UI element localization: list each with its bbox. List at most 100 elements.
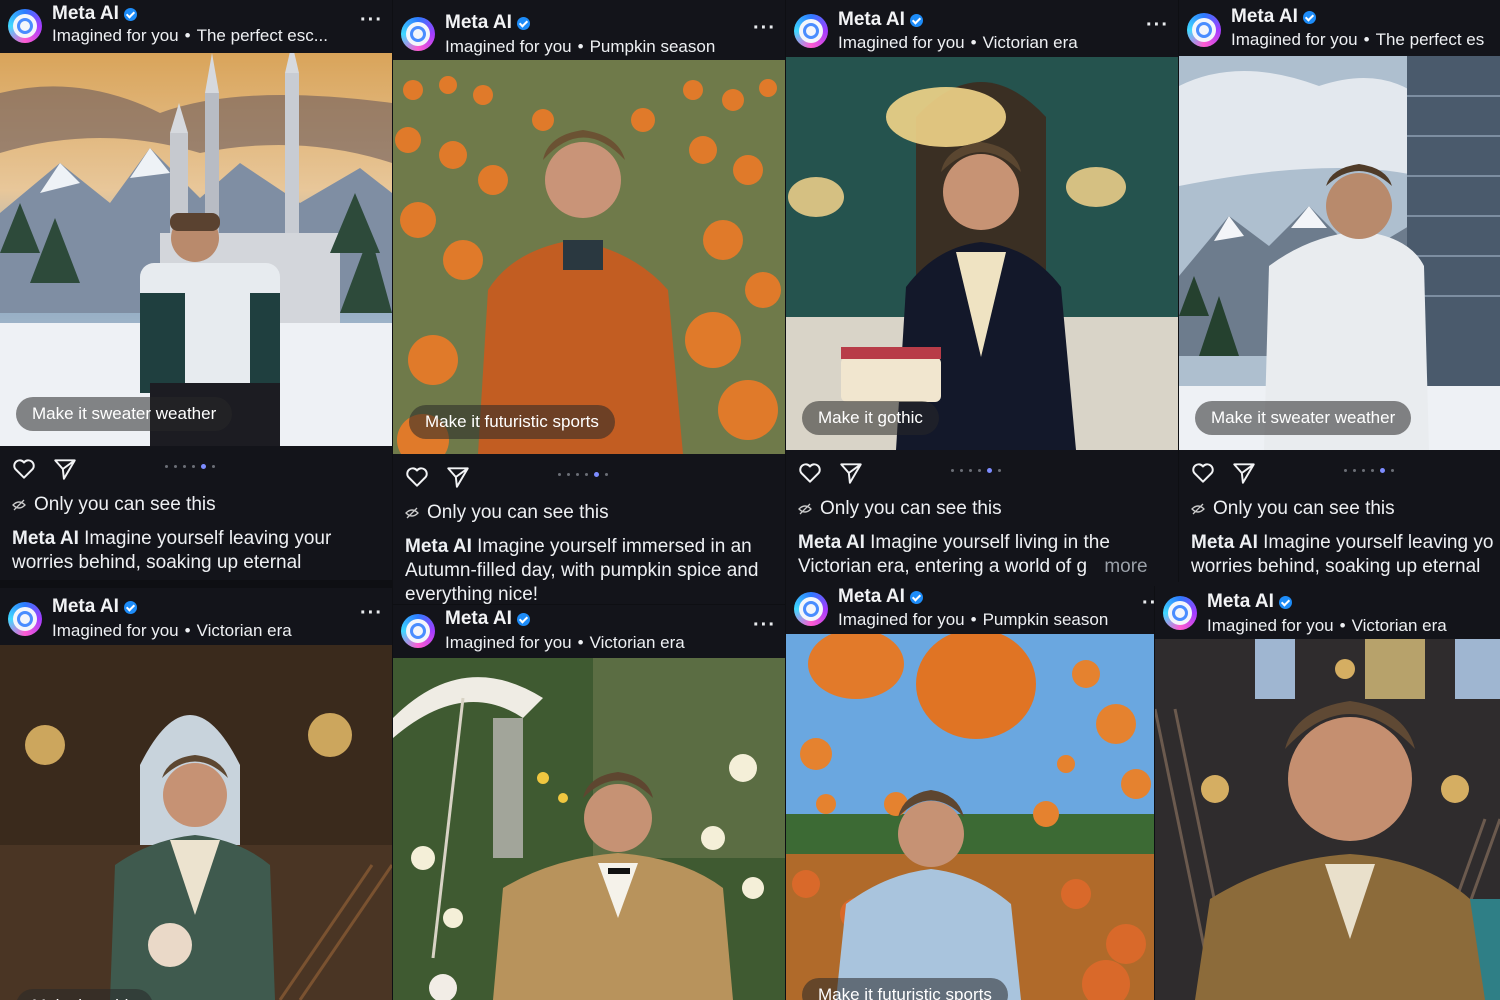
more-link[interactable]: more <box>1104 556 1147 577</box>
post-image[interactable]: Make it futuristic sports <box>393 60 785 454</box>
post-header: Meta AI Imagined for you • Victorian era ·… <box>393 605 785 658</box>
post-image[interactable] <box>1155 639 1500 1000</box>
floating-pumpkins-image <box>786 634 1154 1000</box>
post-header: Meta AI Imagined for you • Pumpkin season … <box>393 0 785 60</box>
more-options-button[interactable]: ··· <box>360 602 383 625</box>
carousel-dot <box>576 473 579 476</box>
victorian-hall-image <box>1155 639 1500 1000</box>
post-actions <box>393 458 785 498</box>
more-options-button[interactable]: ··· <box>753 614 776 637</box>
verified-badge-icon <box>909 13 923 27</box>
post-image[interactable] <box>393 658 785 1000</box>
verified-badge-icon <box>909 590 923 604</box>
post-author[interactable]: Meta AI <box>52 596 137 618</box>
post-subtitle: Imagined for you • Victorian era <box>52 621 292 640</box>
prompt-suggestion-chip[interactable]: Make it sweater weather <box>1195 401 1412 435</box>
post-header: Meta AI Imagined for you • The perfect esc… <box>0 0 392 53</box>
verified-badge-icon <box>1278 595 1292 609</box>
post-subtitle: Imagined for you • Pumpkin season <box>838 610 1109 629</box>
meta-ai-avatar[interactable] <box>1163 596 1197 630</box>
victorian-garden-image <box>393 658 785 1000</box>
privacy-notice: Only you can see this <box>12 494 216 516</box>
more-options-button[interactable]: ··· <box>360 9 383 32</box>
carousel-dot <box>585 473 588 476</box>
post-author[interactable]: Meta AI <box>1207 591 1292 613</box>
post-image[interactable]: Make it sweater weather <box>0 53 392 446</box>
post-caption[interactable]: Meta AI Imagine yourself immersed in an … <box>405 535 775 604</box>
post-author[interactable]: Meta AI <box>838 9 923 31</box>
post-actions <box>1179 454 1500 494</box>
post-header: Meta AI Imagined for you • Pumpkin season … <box>786 586 1154 634</box>
meta-ai-avatar[interactable] <box>401 17 435 51</box>
post-card: Meta AI Imagined for you • Victorian era ·… <box>0 588 392 1000</box>
post-actions <box>0 450 392 490</box>
post-image[interactable]: Make it gothic <box>0 645 392 1000</box>
post-author[interactable]: Meta AI <box>838 586 923 608</box>
heart-icon[interactable] <box>404 464 430 490</box>
carousel-dot <box>998 469 1001 472</box>
privacy-notice: Only you can see this <box>1191 498 1395 520</box>
eye-off-icon <box>12 498 26 512</box>
carousel-dot-active <box>1380 468 1385 473</box>
pumpkin-field-image <box>393 60 785 454</box>
post-card: Meta AI Imagined for you • Pumpkin season … <box>393 0 785 604</box>
prompt-suggestion-chip[interactable]: Make it sweater weather <box>16 397 233 431</box>
post-header: Meta AI Imagined for you • The perfect es <box>1179 0 1500 56</box>
post-caption[interactable]: Meta AI Imagine yourself living in the V… <box>798 531 1168 579</box>
carousel-dot-active <box>201 464 206 469</box>
carousel-dot-active <box>594 472 599 477</box>
carousel-indicator <box>558 472 608 477</box>
carousel-indicator <box>165 464 215 469</box>
post-author[interactable]: Meta AI <box>445 12 530 34</box>
more-options-button[interactable]: ··· <box>1146 14 1169 37</box>
prompt-suggestion-chip[interactable]: Make it futuristic sports <box>802 978 1008 1000</box>
prompt-suggestion-chip[interactable]: Make it futuristic sports <box>409 405 615 439</box>
verified-badge-icon <box>1302 10 1316 24</box>
post-card: Meta AI Imagined for you • The perfect esc… <box>0 0 392 580</box>
more-options-button[interactable]: ·· <box>1142 592 1154 615</box>
post-image[interactable]: Make it gothic <box>786 57 1178 450</box>
prompt-suggestion-chip[interactable]: Make it gothic <box>802 401 939 435</box>
post-author[interactable]: Meta AI <box>445 608 530 630</box>
post-card: Meta AI Imagined for you • The perfect es … <box>1179 0 1500 582</box>
heart-icon[interactable] <box>1190 460 1216 486</box>
send-icon[interactable] <box>1231 460 1257 486</box>
meta-ai-avatar[interactable] <box>1187 13 1221 47</box>
carousel-dot <box>951 469 954 472</box>
post-author[interactable]: Meta AI <box>52 3 137 25</box>
send-icon[interactable] <box>838 460 864 486</box>
post-image[interactable]: Make it sweater weather <box>1179 56 1500 450</box>
post-caption[interactable]: Meta AI Imagine yourself leaving your wo… <box>12 527 382 575</box>
post-subtitle: Imagined for you • Victorian era <box>1207 616 1447 635</box>
heart-icon[interactable] <box>11 456 37 482</box>
carousel-dot <box>969 469 972 472</box>
more-options-button[interactable]: ··· <box>753 17 776 40</box>
carousel-dot <box>192 465 195 468</box>
meta-ai-avatar[interactable] <box>794 592 828 626</box>
meta-ai-avatar[interactable] <box>8 602 42 636</box>
post-card: Meta AI Imagined for you • Pumpkin season … <box>786 586 1154 1000</box>
privacy-notice: Only you can see this <box>798 498 1002 520</box>
victorian-staircase-image <box>0 645 392 1000</box>
carousel-indicator <box>1344 468 1394 473</box>
post-actions <box>786 454 1178 494</box>
carousel-dot <box>978 469 981 472</box>
post-subtitle: Imagined for you • The perfect es <box>1231 30 1485 49</box>
carousel-dot <box>183 465 186 468</box>
post-image[interactable]: Make it futuristic sports <box>786 634 1154 1000</box>
heart-icon[interactable] <box>797 460 823 486</box>
meta-ai-avatar[interactable] <box>794 14 828 48</box>
post-author[interactable]: Meta AI <box>1231 6 1316 28</box>
carousel-dot <box>558 473 561 476</box>
send-icon[interactable] <box>52 456 78 482</box>
eye-off-icon <box>798 502 812 516</box>
carousel-dot <box>960 469 963 472</box>
meta-ai-avatar[interactable] <box>8 9 42 43</box>
post-caption[interactable]: Meta AI Imagine yourself leaving yo worr… <box>1191 531 1500 579</box>
carousel-dot <box>174 465 177 468</box>
prompt-suggestion-chip[interactable]: Make it gothic <box>16 989 153 1000</box>
send-icon[interactable] <box>445 464 471 490</box>
meta-ai-avatar[interactable] <box>401 614 435 648</box>
post-header: Meta AI Imagined for you • Victorian era <box>1155 582 1500 639</box>
carousel-dot <box>605 473 608 476</box>
